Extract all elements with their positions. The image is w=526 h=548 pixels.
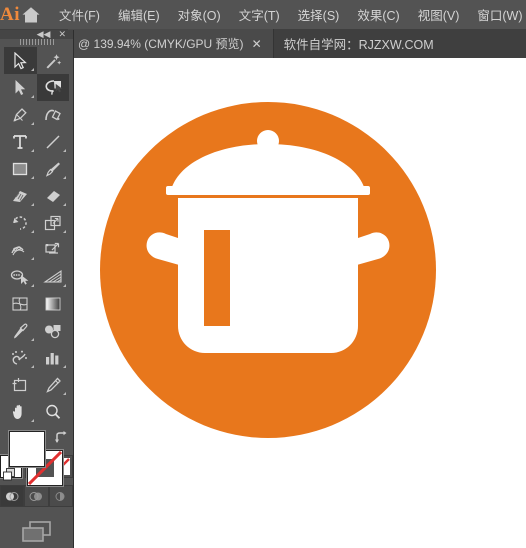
symbol-sprayer-tool[interactable] [4,344,37,371]
tools-grid [0,45,73,425]
illustrator-window: Ai 文件(F) 编辑(E) 对象(O) 文字(T) 选择(S) 效果(C) 视… [0,0,526,548]
pen-tool[interactable] [4,101,37,128]
flyout-indicator-icon [63,284,66,287]
close-icon[interactable]: ✕ [58,30,66,39]
direct-selection-tool[interactable] [4,74,37,101]
type-tool[interactable] [4,128,37,155]
fill-stroke-controls [0,430,73,486]
menu-view[interactable]: 视图(V) [409,1,469,28]
menu-items: 文件(F) 编辑(E) 对象(O) 文字(T) 选择(S) 效果(C) 视图(V… [50,1,526,28]
blend-tool[interactable] [37,317,70,344]
flyout-indicator-icon [30,230,34,233]
flyout-indicator-icon [63,392,66,395]
line-segment-tool[interactable] [37,128,70,155]
menu-effect[interactable]: 效果(C) [348,1,408,28]
flyout-indicator-icon [30,284,34,287]
slice-tool[interactable] [37,371,70,398]
lasso-tool[interactable] [36,74,69,101]
menu-select[interactable]: 选择(S) [289,1,349,28]
eraser-tool[interactable] [37,182,70,209]
document-tab-bar: @ 139.94% (CMYK/GPU 预览) ✕ 软件自学网：RJZXW.CO… [0,29,526,58]
tools-panel: ◀◀ ✕ [0,30,74,548]
flyout-indicator-icon [30,68,34,71]
zoom-tool[interactable] [37,398,70,425]
magic-wand-tool[interactable] [37,47,70,74]
menu-bar: Ai 文件(F) 编辑(E) 对象(O) 文字(T) 选择(S) 效果(C) 视… [0,0,526,29]
flyout-indicator-icon [30,419,34,422]
flyout-indicator-icon [63,203,66,206]
close-icon[interactable]: ✕ [251,38,263,50]
flyout-indicator-icon [30,203,34,206]
shape-builder-tool[interactable] [4,263,37,290]
draw-normal-button[interactable] [0,485,25,507]
selection-tool[interactable] [4,47,37,74]
cooking-pot-icon[interactable] [74,58,526,548]
screen-mode-row [0,519,73,548]
flyout-indicator-icon [30,95,34,98]
app-logo: Ai [0,3,20,25]
free-transform-tool[interactable] [37,236,70,263]
flyout-indicator-icon [30,257,34,260]
pot-lid-rim [166,186,370,195]
draw-behind-button[interactable] [24,485,49,507]
pot-lid-knob [257,130,279,152]
hand-tool[interactable] [4,398,37,425]
artboard-tool[interactable] [4,371,37,398]
gradient-tool[interactable] [37,290,70,317]
tools-panel-header: ◀◀ ✕ [0,30,73,39]
home-icon[interactable] [20,0,42,29]
menu-file[interactable]: 文件(F) [50,1,109,28]
width-tool[interactable] [4,236,37,263]
flyout-indicator-icon [30,149,34,152]
swap-fill-stroke-icon[interactable] [53,430,69,446]
flyout-indicator-icon [63,230,66,233]
fill-swatch[interactable] [9,431,45,467]
watermark-text: 软件自学网：RJZXW.COM [273,29,444,58]
flyout-indicator-icon [30,338,34,341]
mesh-tool[interactable] [4,290,37,317]
paintbrush-tool[interactable] [37,155,70,182]
shaper-tool[interactable] [4,182,37,209]
change-screen-mode-button[interactable] [20,519,54,548]
pot-body-notch [204,230,230,326]
flyout-indicator-icon [30,365,34,368]
default-fill-stroke-icon[interactable] [2,467,17,482]
column-graph-tool[interactable] [37,344,70,371]
scale-tool[interactable] [37,209,70,236]
menu-window[interactable]: 窗口(W) [468,1,526,28]
canvas-area[interactable] [74,58,526,548]
menu-edit[interactable]: 编辑(E) [109,1,169,28]
eyedropper-tool[interactable] [4,317,37,344]
perspective-grid-tool[interactable] [37,263,70,290]
draw-mode-buttons [0,485,73,507]
curvature-tool[interactable] [37,101,70,128]
rotate-tool[interactable] [4,209,37,236]
collapse-icon[interactable]: ◀◀ [37,30,51,39]
flyout-indicator-icon [30,176,34,179]
flyout-indicator-icon [63,365,66,368]
menu-object[interactable]: 对象(O) [169,1,230,28]
flyout-indicator-icon [63,176,66,179]
draw-inside-button[interactable] [48,485,73,507]
flyout-indicator-icon [30,122,34,125]
document-tab-label: @ 139.94% (CMYK/GPU 预览) [78,37,244,51]
menu-type[interactable]: 文字(T) [230,1,289,28]
rectangle-tool[interactable] [4,155,37,182]
flyout-indicator-icon [63,149,66,152]
document-tab[interactable]: @ 139.94% (CMYK/GPU 预览) ✕ [68,29,274,58]
